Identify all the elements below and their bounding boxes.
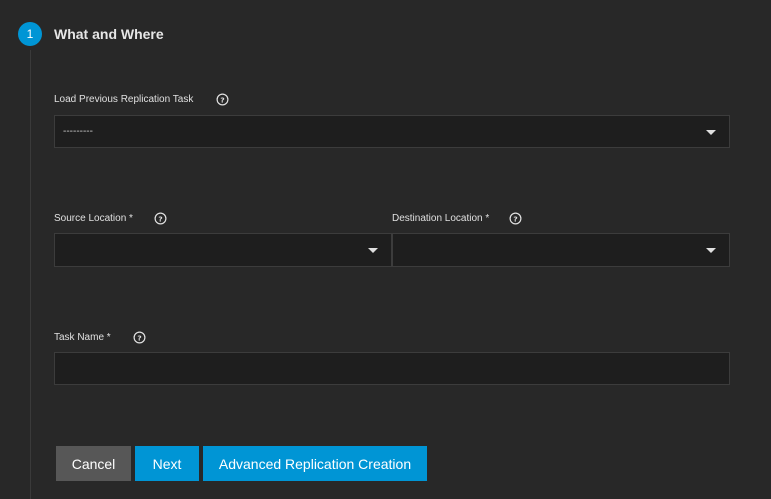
help-icon[interactable]: ? [133, 331, 146, 344]
dropdown-arrow-icon [706, 248, 716, 253]
cancel-button[interactable]: Cancel [56, 446, 131, 481]
load-previous-task-select[interactable]: --------- [54, 115, 730, 148]
destination-location-label-text: Destination Location * [392, 213, 490, 224]
source-location-select[interactable] [54, 233, 392, 267]
step-header: 1 What and Where [18, 22, 164, 46]
task-name-label-text: Task Name * [54, 332, 111, 343]
svg-text:?: ? [158, 214, 162, 223]
next-button[interactable]: Next [135, 446, 199, 481]
step-title: What and Where [54, 26, 164, 42]
svg-text:?: ? [221, 95, 225, 104]
help-icon[interactable]: ? [154, 212, 167, 225]
help-icon[interactable]: ? [216, 93, 229, 106]
task-name-input[interactable] [54, 352, 730, 385]
load-previous-task-label-text: Load Previous Replication Task [54, 94, 194, 105]
load-previous-task-value: --------- [63, 126, 93, 137]
dropdown-arrow-icon [368, 248, 378, 253]
help-icon[interactable]: ? [509, 212, 522, 225]
svg-text:?: ? [137, 333, 141, 342]
source-location-label: Source Location * ? [54, 212, 167, 225]
stepper-line [30, 50, 31, 499]
advanced-replication-creation-button[interactable]: Advanced Replication Creation [203, 446, 427, 481]
replication-wizard: 1 What and Where Load Previous Replicati… [0, 0, 771, 499]
destination-location-label: Destination Location * ? [392, 212, 522, 225]
load-previous-task-label: Load Previous Replication Task ? [54, 93, 229, 106]
task-name-label: Task Name * ? [54, 331, 146, 344]
step-number-badge: 1 [18, 22, 42, 46]
dropdown-arrow-icon [706, 130, 716, 135]
destination-location-select[interactable] [392, 233, 730, 267]
source-location-label-text: Source Location * [54, 213, 133, 224]
svg-text:?: ? [514, 214, 518, 223]
